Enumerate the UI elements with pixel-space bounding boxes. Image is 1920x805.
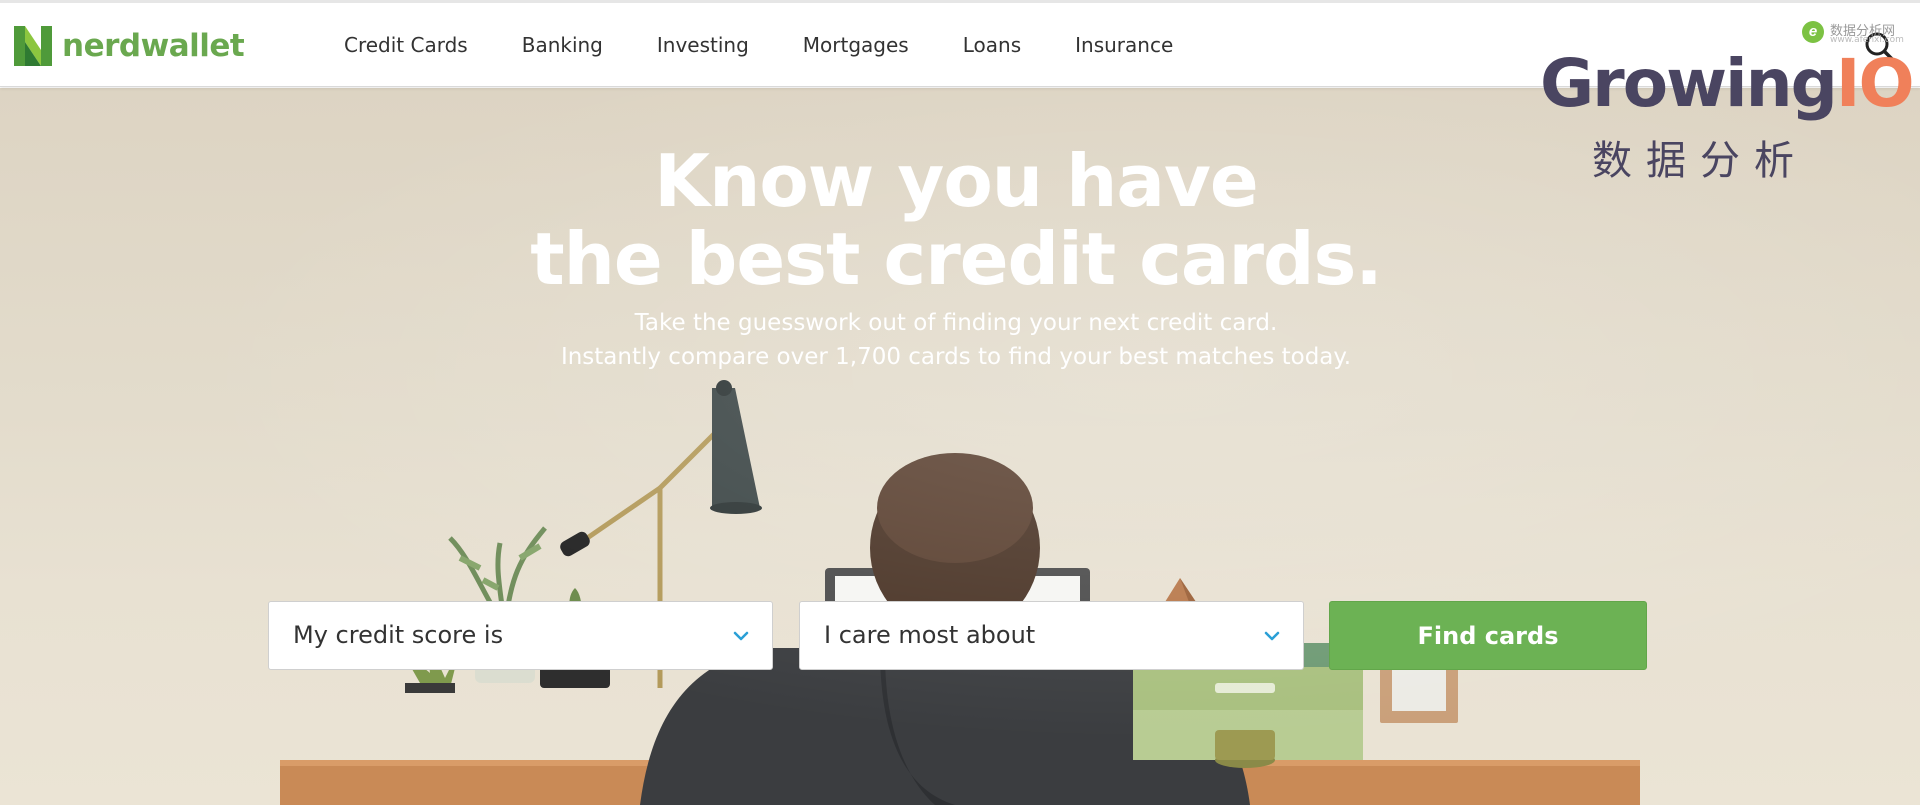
priority-select-label: I care most about xyxy=(824,621,1036,649)
brand-name: nerdwallet xyxy=(62,28,245,64)
growingio-word: Growing xyxy=(1540,45,1838,122)
afenxi-logo-icon: e xyxy=(1802,21,1824,43)
growingio-wordmark: GrowingIO xyxy=(1540,44,1915,124)
hero-subheadline: Take the guesswork out of finding your n… xyxy=(0,306,1912,374)
main-nav: Credit Cards Banking Investing Mortgages… xyxy=(344,3,1227,87)
nav-insurance[interactable]: Insurance xyxy=(1075,33,1173,57)
priority-select[interactable]: I care most about xyxy=(799,601,1304,670)
credit-score-select-label: My credit score is xyxy=(293,621,504,649)
headline-line-2: the best credit cards. xyxy=(530,217,1383,301)
nav-banking[interactable]: Banking xyxy=(522,33,603,57)
growingio-subtitle: 数据分析 xyxy=(1592,138,1808,184)
nerdwallet-logo[interactable]: nerdwallet xyxy=(14,25,245,67)
nav-loans[interactable]: Loans xyxy=(963,33,1021,57)
chevron-down-icon xyxy=(1264,631,1280,641)
nav-mortgages[interactable]: Mortgages xyxy=(803,33,909,57)
find-cards-button[interactable]: Find cards xyxy=(1329,601,1647,670)
subheadline-line-1: Take the guesswork out of finding your n… xyxy=(634,310,1278,336)
chevron-down-icon xyxy=(733,631,749,641)
nav-investing[interactable]: Investing xyxy=(657,33,749,57)
hero-section: Know you have the best credit cards. Tak… xyxy=(0,88,1920,805)
credit-score-select[interactable]: My credit score is xyxy=(268,601,773,670)
nerdwallet-logo-icon xyxy=(14,26,52,66)
growingio-io: IO xyxy=(1835,45,1915,122)
subheadline-line-2: Instantly compare over 1,700 cards to fi… xyxy=(560,344,1352,370)
growingio-watermark: GrowingIO 数据分析 xyxy=(1540,44,1915,184)
nav-credit-cards[interactable]: Credit Cards xyxy=(344,33,468,57)
